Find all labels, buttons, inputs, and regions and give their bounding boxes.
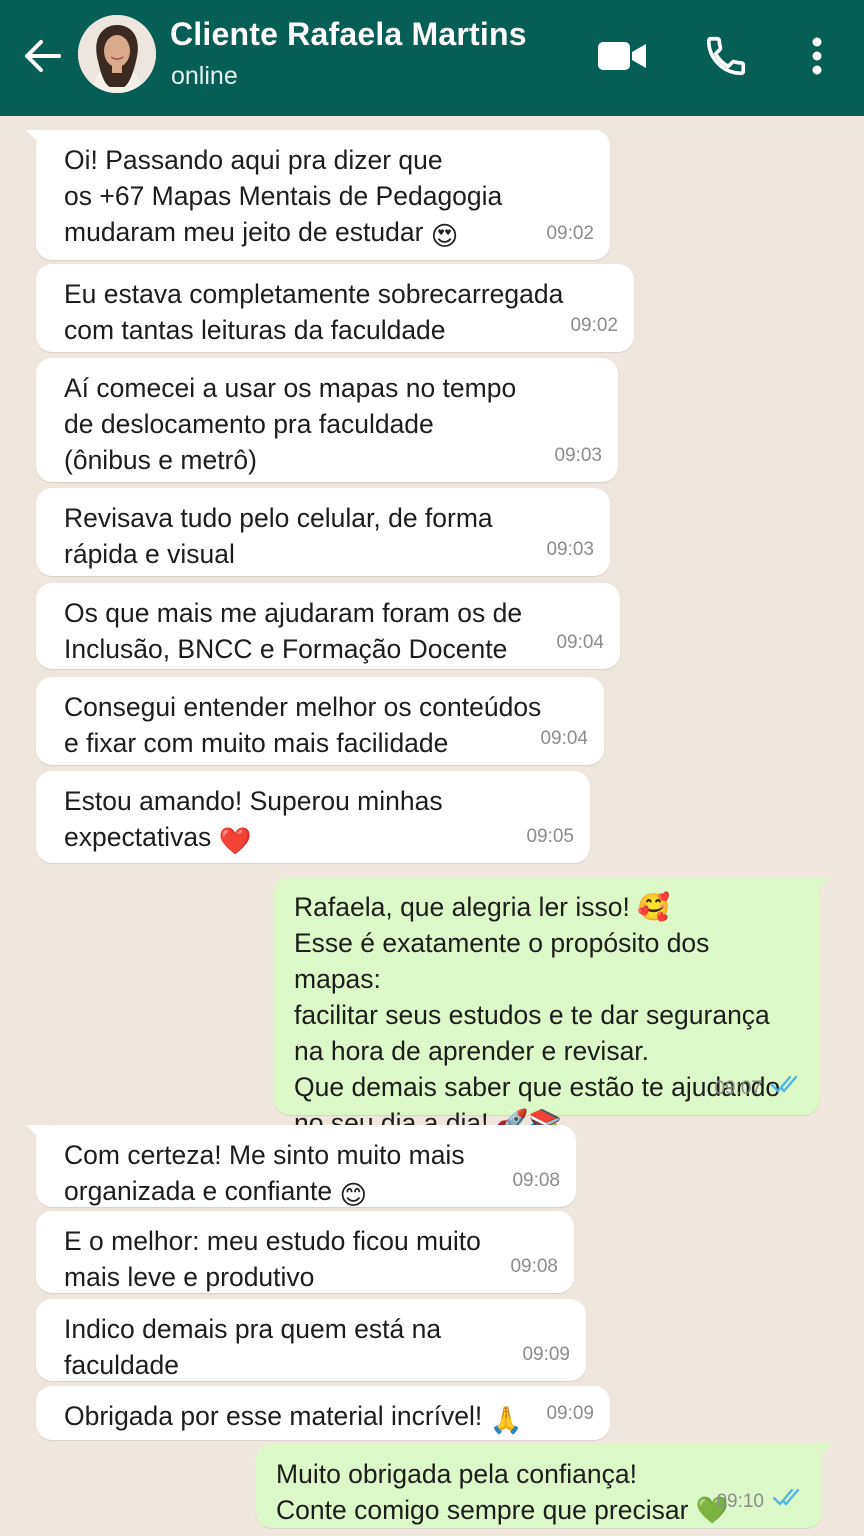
message-text: Muito obrigada pela confiança! Conte com… — [276, 1459, 729, 1525]
message-time: 09:07 — [714, 1078, 762, 1099]
emoji: ❤️ — [218, 826, 252, 856]
message-outgoing[interactable]: Muito obrigada pela confiança! Conte com… — [256, 1444, 832, 1528]
message-list[interactable]: Oi! Passando aqui pra dizer que os +67 M… — [0, 116, 864, 1536]
message-incoming[interactable]: Os que mais me ajudaram foram os de Incl… — [36, 583, 620, 669]
message-time: 09:04 — [556, 632, 604, 653]
message-text: Rafaela, que alegria ler isso! 🥰 Esse é … — [294, 892, 781, 1138]
message-incoming[interactable]: Aí comecei a usar os mapas no tempo de d… — [36, 358, 618, 482]
message-time: 09:08 — [512, 1170, 560, 1191]
bubble-tail — [810, 1444, 832, 1466]
message-text: Consegui entender melhor os conteúdos e … — [64, 692, 542, 758]
message-outgoing[interactable]: Rafaela, que alegria ler isso! 🥰 Esse é … — [274, 877, 830, 1138]
message-time: 09:09 — [522, 1344, 570, 1365]
avatar[interactable] — [78, 15, 156, 93]
message-text: Aí comecei a usar os mapas no tempo de d… — [64, 373, 517, 475]
message-incoming[interactable]: E o melhor: meu estudo ficou muito mais … — [36, 1211, 574, 1293]
message-time: 09:09 — [546, 1403, 594, 1424]
back-arrow-icon[interactable] — [20, 34, 64, 78]
message-incoming[interactable]: Consegui entender melhor os conteúdos e … — [36, 677, 604, 765]
contact-name[interactable]: Cliente Rafaela Martins — [170, 16, 527, 53]
message-time: 09:02 — [570, 315, 618, 336]
bubble-tail — [26, 1125, 48, 1147]
chat-header: Cliente Rafaela Martins online — [0, 0, 864, 116]
double-check-icon — [770, 1071, 804, 1107]
message-time: 09:05 — [526, 826, 574, 847]
message-text: Eu estava completamente sobrecarregada c… — [64, 279, 564, 345]
message-incoming[interactable]: Estou amando! Superou minhas expectativa… — [36, 771, 590, 863]
contact-status: online — [171, 62, 238, 90]
message-incoming[interactable]: Com certeza! Me sinto muito mais organiz… — [26, 1125, 576, 1210]
double-check-icon — [772, 1484, 806, 1520]
bubble-tail — [808, 877, 830, 899]
emoji: 🙏 — [489, 1405, 523, 1435]
message-incoming[interactable]: Revisava tudo pelo celular, de forma ráp… — [36, 488, 610, 576]
message-incoming[interactable]: Oi! Passando aqui pra dizer que os +67 M… — [26, 130, 610, 260]
emoji: 😊 — [339, 1180, 368, 1210]
message-time: 09:04 — [540, 728, 588, 749]
message-text: Estou amando! Superou minhas expectativa… — [64, 786, 443, 852]
message-text: Com certeza! Me sinto muito mais organiz… — [64, 1140, 465, 1206]
message-time: 09:02 — [546, 223, 594, 244]
video-call-icon[interactable] — [594, 34, 650, 78]
message-text: E o melhor: meu estudo ficou muito mais … — [64, 1226, 481, 1292]
emoji: 😍 — [430, 221, 459, 251]
bubble-tail — [26, 130, 48, 152]
message-time: 09:10 — [716, 1491, 764, 1512]
message-time: 09:03 — [546, 539, 594, 560]
more-options-icon[interactable] — [800, 32, 834, 80]
message-time: 09:08 — [510, 1256, 558, 1277]
phone-call-icon[interactable] — [700, 30, 752, 82]
message-text: Os que mais me ajudaram foram os de Incl… — [64, 598, 523, 664]
message-incoming[interactable]: Obrigada por esse material incrível! 🙏 0… — [36, 1386, 610, 1440]
message-time: 09:03 — [554, 445, 602, 466]
message-incoming[interactable]: Eu estava completamente sobrecarregada c… — [36, 264, 634, 352]
message-incoming[interactable]: Indico demais pra quem está na faculdade… — [36, 1299, 586, 1416]
message-text: Obrigada por esse material incrível! — [64, 1401, 483, 1431]
message-text: Revisava tudo pelo celular, de forma ráp… — [64, 503, 493, 569]
